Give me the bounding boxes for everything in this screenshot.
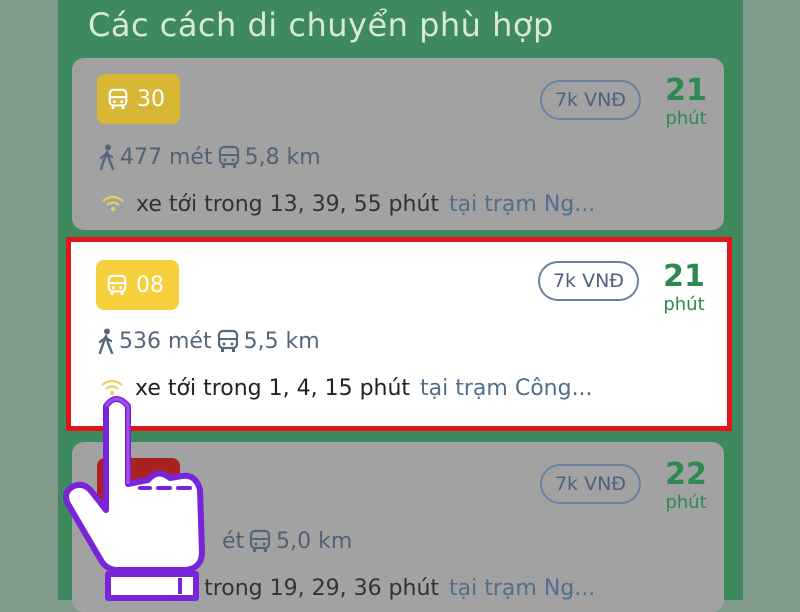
walk-distance: 477 mét <box>120 144 213 170</box>
distance-row: 536 mét 5,5 km <box>97 326 320 356</box>
duration: 22 phút <box>656 458 716 514</box>
station-name: tại trạm Ng... <box>449 191 596 217</box>
route-badge: 08 <box>96 260 179 310</box>
bus-icon <box>250 529 271 552</box>
price-badge: 7k VNĐ <box>538 261 639 301</box>
distance-row: 477 mét 5,8 km <box>98 142 321 172</box>
walk-icon <box>98 328 114 354</box>
bus-icon <box>107 274 127 296</box>
duration: 21 phút <box>654 260 714 316</box>
route-number: 30 <box>137 86 165 112</box>
eta-row: xe tới trong 19, 29, 36 phút tại trạm Ng… <box>136 572 724 604</box>
duration-value: 22 <box>665 457 707 492</box>
duration-unit: phút <box>665 108 707 129</box>
distance-row: ét 5,0 km <box>222 528 353 554</box>
duration-value: 21 <box>665 73 707 108</box>
signal-icon <box>102 195 124 211</box>
eta-text: xe tới trong 13, 39, 55 phút <box>136 191 440 217</box>
walk-icon <box>99 144 115 170</box>
pointing-hand-icon <box>63 396 205 601</box>
duration-unit: phút <box>665 492 707 513</box>
ride-distance: 5,0 km <box>276 528 353 554</box>
station-name: tại trạm Ng... <box>449 575 596 601</box>
walk-distance: 536 mét <box>119 328 212 354</box>
bus-icon <box>217 329 238 352</box>
station-name: tại trạm Công... <box>420 375 593 401</box>
section-title: Các cách di chuyển phù hợp <box>88 6 554 44</box>
ride-distance: 5,8 km <box>244 144 321 170</box>
bus-icon <box>108 88 128 110</box>
duration-unit: phút <box>663 294 705 315</box>
bus-icon <box>218 145 239 168</box>
route-badge: 30 <box>97 74 180 124</box>
duration: 21 phút <box>656 74 716 130</box>
route-number: 08 <box>136 272 164 298</box>
price-badge: 7k VNĐ <box>540 80 641 120</box>
route-card-30[interactable]: 30 7k VNĐ 21 phút 477 mét 5,8 km xe tới … <box>72 58 724 230</box>
eta-row: xe tới trong 13, 39, 55 phút tại trạm Ng… <box>100 188 710 220</box>
duration-value: 21 <box>663 259 705 294</box>
price-badge: 7k VNĐ <box>540 464 641 504</box>
ride-distance: 5,5 km <box>243 328 320 354</box>
